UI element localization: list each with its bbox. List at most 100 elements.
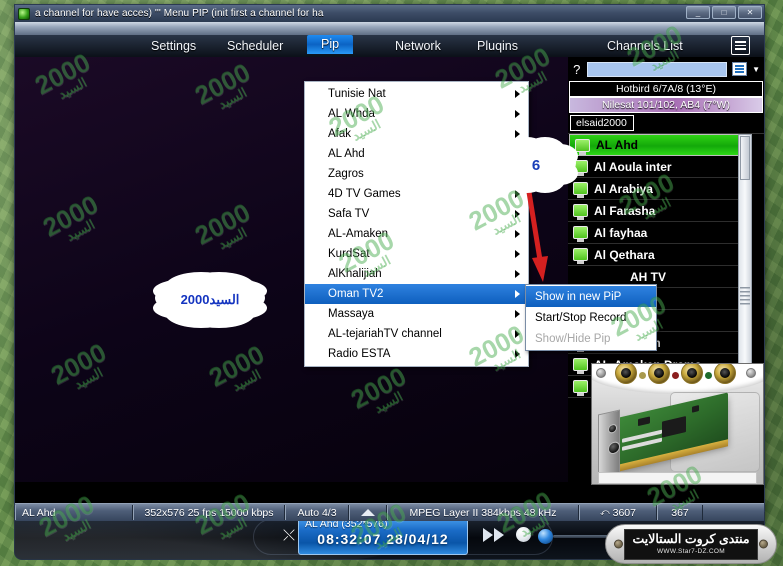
channel-row[interactable]: Al Arabiya [568,178,749,200]
tv-icon [573,226,588,242]
volume-knob[interactable] [538,529,553,544]
user-tag: elsaid2000 [570,115,634,131]
pip-action-submenu[interactable]: Show in new PiP Start/Stop Record Show/H… [525,284,657,351]
record-knob[interactable] [516,527,531,542]
tv-icon [573,380,588,396]
menu-row[interactable]: AlKhalijiah [305,264,528,284]
menu-row[interactable]: Radio ESTA [305,344,528,364]
fast-forward-button[interactable] [483,528,504,542]
menu-item-pluqins[interactable]: Pluqins [477,37,518,56]
channel-label: Al fayhaa [594,225,648,240]
window-title: a channel for have acces) ''' Menu PIP (… [35,8,324,19]
menu-item-channels-list[interactable]: Channels List [607,37,683,56]
window-controls[interactable]: _ □ ✕ [686,6,762,19]
menu-item-scheduler[interactable]: Scheduler [227,37,283,56]
status-video-format: 352x576 25 fps 15000 kbps [133,505,285,520]
menu-item-pip[interactable]: Pip [307,35,354,54]
channel-row[interactable]: Al Aoula inter [568,156,749,178]
status-frequency: ⤺ 3607 [579,505,657,520]
tv-icon [573,160,588,176]
svideo-port [608,440,620,456]
menu-row-label: Massaya [328,308,375,320]
scrollbar-thumb[interactable] [740,136,750,180]
plate-screw-right [759,539,768,549]
coax-port [608,423,617,435]
status-signal-cell [349,505,387,520]
rca-dot-2 [672,372,679,379]
close-button[interactable]: ✕ [738,6,762,19]
menu-row[interactable]: Afak [305,124,528,144]
callout-arrow-icon [525,185,548,282]
menu-row[interactable]: KurdSat [305,244,528,264]
search-input[interactable] [586,61,727,77]
menu-row[interactable]: Zagros [305,164,528,184]
channel-row-selected[interactable]: AL Ahd [569,134,748,156]
menu-row[interactable]: AL Whda [305,104,528,124]
tv-icon [573,248,588,264]
menu-row[interactable]: Massaya [305,304,528,324]
menu-row-label: Oman TV2 [328,288,384,300]
card-bracket [598,409,620,479]
minimize-button[interactable]: _ [686,6,710,19]
menu-row[interactable]: Safa TV [305,204,528,224]
satellite-row-hotbird[interactable]: Hotbird 6/7A/8 (13°E) [569,81,763,97]
callout-author-label: السيد2000 [180,292,240,307]
rca-jack-3 [681,364,703,384]
chip-small-1 [638,416,650,427]
menu-row-label: Zagros [328,168,364,180]
scrollbar-grip[interactable] [740,287,750,305]
callout-step-6: 6 [513,148,559,182]
channel-row[interactable]: Al Farasha [568,200,749,222]
menu-row-label: AlKhalijiah [328,268,382,280]
submenu-arrow-icon [515,110,520,118]
channel-label: Al Aoula inter [594,159,672,174]
status-extra: 367 [657,505,703,520]
menu-row-label: AL-Amaken [328,228,389,240]
chip-small-2 [692,405,699,413]
status-aspect-ratio: Auto 4/3 [285,505,349,520]
chevron-down-icon[interactable]: ▼ [752,65,760,74]
chip-main [662,416,686,438]
forum-url: WWW.Star7-DZ.COM [657,547,725,555]
submenu-item-start-stop-record[interactable]: Start/Stop Record [526,307,656,328]
card-bottom-strip [598,472,757,484]
submenu-arrow-icon [515,270,520,278]
callout-step-number: 6 [531,156,541,174]
signal-arrow-icon [361,509,375,516]
title-bar: a channel for have acces) ''' Menu PIP (… [15,5,764,22]
menu-row-label: AL-tejariahTV channel [328,328,442,340]
pip-channel-menu[interactable]: Tunisie Nat AL Whda Afak AL Ahd Zagros 4… [304,81,529,367]
menu-row[interactable]: 4D TV Games [305,184,528,204]
menu-row-label: Safa TV [328,208,370,220]
rca-jack-1 [615,364,637,384]
menu-row[interactable]: AL-Amaken [305,224,528,244]
submenu-arrow-icon [515,250,520,258]
channel-row[interactable]: Al Qethara [568,244,749,266]
volume-slider[interactable] [553,535,613,538]
satellite-row-nilesat[interactable]: Nilesat 101/102, AB4 (7°W) [569,97,763,113]
menu-row[interactable]: Tunisie Nat [305,84,528,104]
menu-item-network[interactable]: Network [395,37,441,56]
plate-inner: منتدى كروت الستالايت WWW.Star7-DZ.COM [624,528,758,560]
status-frequency-value: 3607 [612,506,636,519]
shuffle-icon[interactable]: ⤬ [283,528,295,543]
maximize-button[interactable]: □ [712,6,736,19]
menu-icon[interactable] [731,36,750,55]
question-mark-icon[interactable]: ? [572,62,582,77]
callout-author: السيد2000 [172,283,248,317]
submenu-arrow-icon [515,230,520,238]
channel-label: Al Arabiya [594,181,653,196]
submenu-item-show-in-new-pip[interactable]: Show in new PiP [526,286,656,307]
menu-row-label: AL Ahd [328,148,365,160]
channel-row[interactable]: Al fayhaa [568,222,749,244]
osd-display: AL Ahd (352*576) 08:32:07 28/04/12 [298,516,468,555]
menu-row-oman-tv2[interactable]: Oman TV2 [305,284,528,304]
list-view-icon[interactable] [731,62,748,76]
submenu-arrow-icon [515,210,520,218]
menu-row[interactable]: AL-tejariahTV channel [305,324,528,344]
submenu-arrow-icon [515,330,520,338]
menu-row[interactable]: AL Ahd [305,144,528,164]
forum-name-arabic: منتدى كروت الستالايت [632,532,750,547]
menu-row-label: 4D TV Games [328,188,401,200]
menu-item-settings[interactable]: Settings [151,37,196,56]
